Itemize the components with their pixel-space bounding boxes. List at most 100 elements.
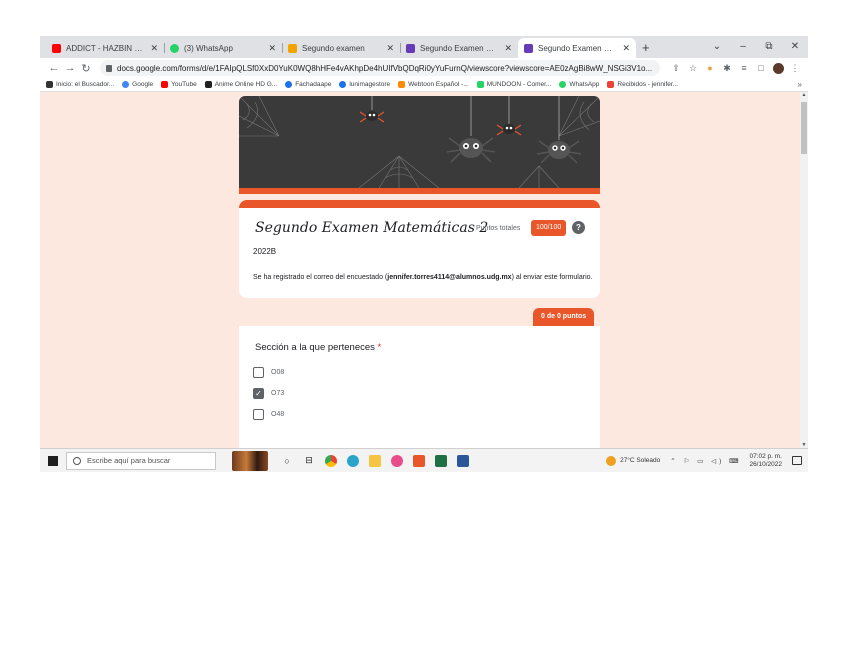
reload-icon[interactable]: ↻ <box>78 62 94 75</box>
option-o73[interactable]: ✓ O73 <box>253 388 284 399</box>
checkbox-unchecked[interactable] <box>253 367 264 378</box>
bookmark-item[interactable]: WhatsApp <box>559 81 599 88</box>
question-title: Sección a la que perteneces * <box>255 342 381 353</box>
bookmark-item[interactable]: Recibidos - jennifer... <box>607 81 678 88</box>
bookmark-item[interactable]: Google <box>122 81 153 88</box>
browser-toolbar: ← → ↻ docs.google.com/forms/d/e/1FAIpQLS… <box>40 58 808 78</box>
extensions-icon[interactable]: ✱ <box>720 61 734 75</box>
new-tab-button[interactable]: + <box>642 38 650 58</box>
checkbox-unchecked[interactable] <box>253 409 264 420</box>
bookmark-label: Recibidos - jennifer... <box>617 81 679 88</box>
spider-grey-large <box>446 137 496 163</box>
word-icon[interactable] <box>452 449 474 473</box>
bookmark-item[interactable]: Inicio: el Buscador... <box>46 81 114 88</box>
weather-text[interactable]: 27°C Soleado <box>620 457 660 464</box>
extension-cookie-icon[interactable]: ● <box>703 61 717 75</box>
start-button[interactable] <box>40 455 66 466</box>
tab-title: Segundo Examen Matemáti <box>538 43 618 53</box>
search-highlight-image[interactable] <box>232 450 268 471</box>
google-forms-icon <box>524 43 533 53</box>
bookmark-label: Google <box>132 81 154 88</box>
bookmark-label: Webtoon Español -... <box>408 81 469 88</box>
option-o08[interactable]: O08 <box>253 367 284 378</box>
tab-strip: ADDICT - HAZBIN HOTEL (C ✕ (3) WhatsApp … <box>40 36 808 58</box>
file-explorer-icon[interactable] <box>364 449 386 473</box>
tab-search-icon[interactable]: ⌄ <box>704 36 730 58</box>
google-forms-icon <box>406 43 415 53</box>
bookmark-label: Inicio: el Buscador... <box>56 81 115 88</box>
bookmark-item[interactable]: MUNDOON - Comer... <box>476 81 552 88</box>
app-icon-pink[interactable] <box>386 449 408 473</box>
profile-avatar-icon[interactable] <box>771 61 785 75</box>
tab-forms-1[interactable]: Segundo Examen Matemátic ✕ <box>400 38 518 58</box>
total-points-badge: 100/100 <box>531 220 567 236</box>
help-icon[interactable]: ? <box>572 221 585 234</box>
tab-forms-active[interactable]: Segundo Examen Matemáti ✕ <box>518 38 636 58</box>
cortana-icon[interactable]: ○ <box>276 449 298 473</box>
close-tab-icon[interactable]: ✕ <box>622 43 630 54</box>
bookmark-label: lunimagestore <box>349 81 391 88</box>
tab-hazbin[interactable]: ADDICT - HAZBIN HOTEL (C ✕ <box>46 38 164 58</box>
close-tab-icon[interactable]: ✕ <box>150 43 158 54</box>
restore-button[interactable]: ⧉ <box>756 36 782 58</box>
tray-icons[interactable]: ⌃ ⚐ ▭ ◁) ⌨ <box>670 457 741 465</box>
form-subtitle: 2022B <box>253 247 277 256</box>
share-icon[interactable]: ⇪ <box>669 61 683 75</box>
bookmark-item[interactable]: lunimagestore <box>339 81 390 88</box>
search-placeholder: Escribe aquí para buscar <box>87 456 171 465</box>
form-header-card: Segundo Examen Matemáticas 2 Puntos tota… <box>239 200 600 298</box>
scrollbar-thumb[interactable] <box>801 102 807 154</box>
tab-title: (3) WhatsApp <box>184 43 233 53</box>
taskbar-apps: ○ ⊟ <box>276 449 474 473</box>
close-window-button[interactable]: ✕ <box>782 36 808 58</box>
page-scrollbar[interactable]: ▲ ▼ <box>800 92 808 448</box>
checkbox-checked[interactable]: ✓ <box>253 388 264 399</box>
bookmark-item[interactable]: YouTube <box>161 81 197 88</box>
clock[interactable]: 07:02 p. m. 26/10/2022 <box>749 453 782 469</box>
option-label: O48 <box>271 411 285 418</box>
option-o48[interactable]: O48 <box>253 409 284 420</box>
excel-icon[interactable] <box>430 449 452 473</box>
description-prefix: Se ha registrado el correo del encuestad… <box>253 274 388 281</box>
youtube-icon <box>52 43 61 53</box>
form-page: Segundo Examen Matemáticas 2 Puntos tota… <box>40 92 808 448</box>
notifications-icon[interactable] <box>792 456 802 465</box>
halloween-banner-image <box>239 96 600 188</box>
more-menu-icon[interactable]: ⋮ <box>788 61 802 75</box>
task-view-icon[interactable]: ⊟ <box>298 449 320 473</box>
address-bar[interactable]: docs.google.com/forms/d/e/1FAIpQLSf0XxD0… <box>100 60 660 76</box>
chrome-icon[interactable] <box>320 449 342 473</box>
sidebar-icon[interactable]: □ <box>754 61 768 75</box>
tab-whatsapp[interactable]: (3) WhatsApp ✕ <box>164 38 282 58</box>
bookmark-label: MUNDOON - Comer... <box>486 81 552 88</box>
scroll-up-arrow[interactable]: ▲ <box>800 92 808 98</box>
bookmark-item[interactable]: Webtoon Español -... <box>398 81 469 88</box>
back-icon[interactable]: ← <box>46 62 62 74</box>
tab-title: Segundo examen <box>302 43 365 53</box>
question-score-badge: 0 de 0 puntos <box>533 308 595 326</box>
close-tab-icon[interactable]: ✕ <box>504 43 512 54</box>
close-tab-icon[interactable]: ✕ <box>386 43 394 54</box>
window-controls: ⌄ – ⧉ ✕ <box>704 36 808 58</box>
star-icon[interactable]: ☆ <box>686 61 700 75</box>
taskbar-search-box[interactable]: Escribe aquí para buscar <box>66 451 216 470</box>
bookmark-item[interactable]: Fachadaape <box>285 81 331 88</box>
reading-list-icon[interactable]: ≡ <box>737 61 751 75</box>
forward-icon[interactable]: → <box>62 62 78 74</box>
system-tray: 27°C Soleado ⌃ ⚐ ▭ ◁) ⌨ 07:02 p. m. 26/1… <box>606 453 808 469</box>
edge-icon[interactable] <box>342 449 364 473</box>
minimize-button[interactable]: – <box>730 36 756 58</box>
weather-sun-icon <box>606 455 617 466</box>
question-text: Sección a la que perteneces <box>255 342 375 353</box>
tab-segundo-examen[interactable]: Segundo examen ✕ <box>282 38 400 58</box>
required-asterisk: * <box>377 342 382 353</box>
bookmarks-more-button[interactable]: » <box>798 80 802 89</box>
bookmark-item[interactable]: Anime Online HD G... <box>204 81 278 88</box>
spider-orange-medium <box>496 124 522 136</box>
windows-logo-icon <box>48 455 58 466</box>
clock-time: 07:02 p. m. <box>749 452 782 460</box>
bookmark-label: Anime Online HD G... <box>214 81 278 88</box>
office-icon[interactable] <box>408 449 430 473</box>
url-text: docs.google.com/forms/d/e/1FAIpQLSf0XxD0… <box>117 63 653 73</box>
close-tab-icon[interactable]: ✕ <box>268 43 276 54</box>
